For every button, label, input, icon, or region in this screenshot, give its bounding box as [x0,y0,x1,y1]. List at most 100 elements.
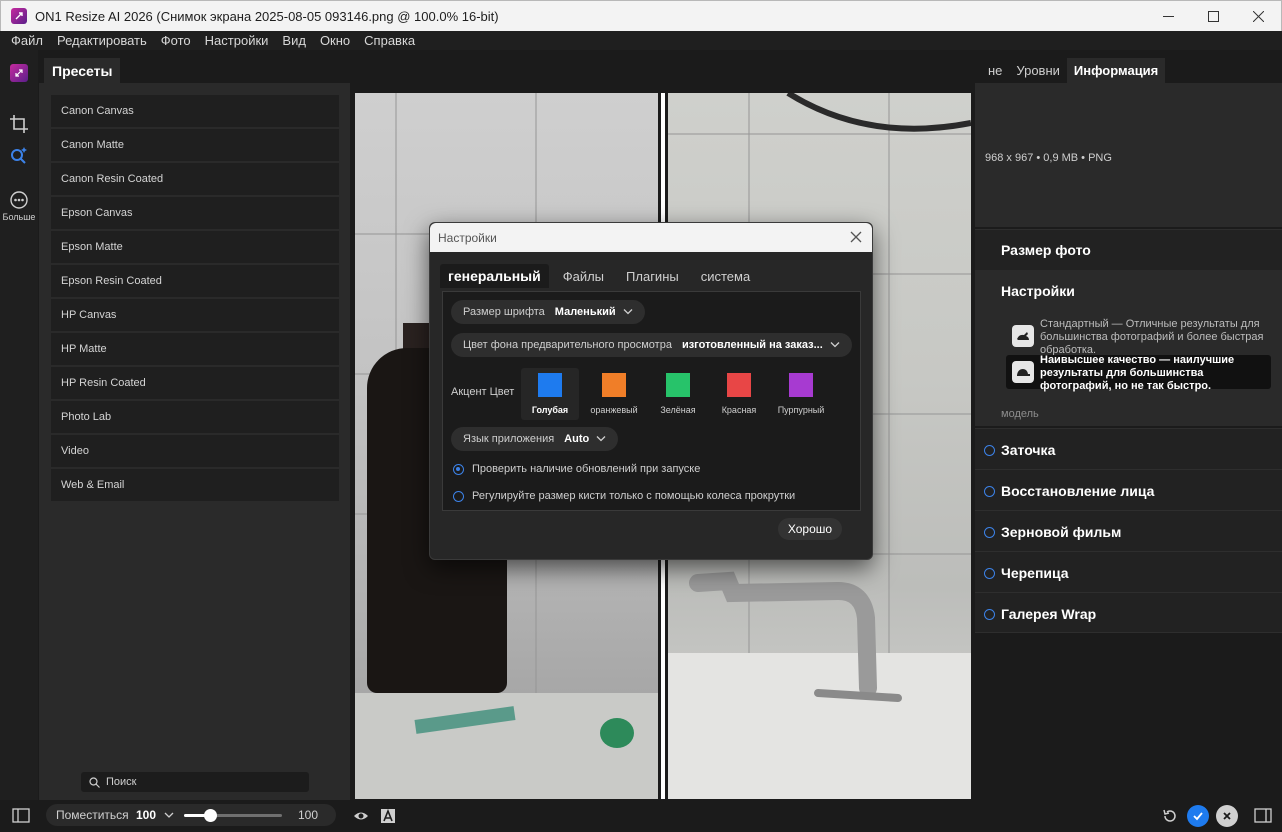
section-sharpen[interactable]: Заточка [975,428,1282,469]
section-tiling[interactable]: Черепица [975,551,1282,592]
preset-item[interactable]: Canon Matte [51,129,339,161]
preset-item[interactable]: Photo Lab [51,401,339,433]
preset-item[interactable]: Video [51,435,339,467]
preview-bg-value: изготовленный на заказ... [681,339,823,351]
zoom-value: 100 [298,808,319,822]
accent-orange[interactable]: оранжевый [585,368,643,420]
font-size-dropdown[interactable]: Размер шрифта Маленький [451,300,645,324]
zoom-controls: Поместиться 100 100 [46,804,336,826]
preset-item[interactable]: Canon Resin Coated [51,163,339,195]
section-gallery-wrap[interactable]: Галерея Wrap [975,592,1282,633]
tab-presets[interactable]: Пресеты [44,58,121,83]
section-photo-size[interactable]: Размер фото [975,229,1282,270]
compare-button[interactable] [380,808,396,824]
menu-file[interactable]: Файл [4,33,50,48]
brush-scroll-radio[interactable] [453,490,464,502]
preset-item[interactable]: Epson Resin Coated [51,265,339,297]
eye-icon [354,812,368,820]
zoom-slider[interactable] [184,814,282,817]
zoom-slider-knob[interactable] [204,809,218,822]
ai-zoom-tool-button[interactable] [0,146,38,166]
toggle-right-panel-button[interactable] [1254,808,1272,824]
font-size-label: Размер шрифта [463,306,545,318]
hare-icon[interactable] [1012,325,1034,347]
language-value: Auto [564,433,590,445]
close-icon[interactable] [849,230,863,244]
section-toggle[interactable] [984,486,995,497]
reset-button[interactable] [1161,807,1178,824]
preview-toggle-button[interactable] [353,808,369,824]
option-standard-text[interactable]: Стандартный — Отличные результаты для бо… [1040,318,1272,357]
close-window-button[interactable] [1235,1,1281,32]
chevron-down-icon[interactable] [164,812,174,819]
swatch-blue [538,373,562,397]
accent-purple[interactable]: Пурпурный [772,368,830,420]
preset-item[interactable]: Epson Matte [51,231,339,263]
menu-photo[interactable]: Фото [154,33,198,48]
more-icon [10,191,28,209]
tab-ne[interactable]: не [981,58,1009,83]
app-logo-icon [11,8,27,24]
brush-scroll-option[interactable]: Регулируйте размер кисти только с помощь… [453,490,795,502]
tab-system[interactable]: система [693,264,758,288]
menu-edit[interactable]: Редактировать [50,33,154,48]
preset-item[interactable]: Web & Email [51,469,339,501]
brush-scroll-label: Регулируйте размер кисти только с помощь… [472,490,796,502]
tab-files[interactable]: Файлы [555,264,612,288]
close-icon [1223,812,1231,820]
resize-icon [10,64,28,82]
section-photo-size-title: Размер фото [1001,242,1091,258]
swatch-name: Красная [721,405,757,415]
section-face-recovery[interactable]: Восстановление лица [975,469,1282,510]
tab-levels[interactable]: Уровни [1009,58,1066,83]
tab-general[interactable]: генеральный [440,264,549,288]
window-title: ON1 Resize AI 2026 (Снимок экрана 2025-0… [35,8,499,24]
search-input[interactable] [106,776,286,788]
section-toggle[interactable] [984,445,995,456]
menu-help[interactable]: Справка [357,33,422,48]
zoom-dropdown-value[interactable]: 100 [136,808,156,822]
section-toggle[interactable] [984,527,995,538]
accent-green[interactable]: Зелёная [649,368,707,420]
menu-settings[interactable]: Настройки [198,33,276,48]
swatch-name: Пурпурный [777,405,825,415]
maximize-button[interactable] [1190,1,1236,32]
accent-blue[interactable]: Голубая [521,368,579,420]
menu-window[interactable]: Окно [313,33,357,48]
section-title: Заточка [1001,442,1056,458]
tab-info[interactable]: Информация [1066,58,1166,83]
preset-item[interactable]: Epson Canvas [51,197,339,229]
accent-red[interactable]: Красная [710,368,768,420]
tab-plugins[interactable]: Плагины [618,264,687,288]
ok-button[interactable]: Хорошо [778,518,842,540]
option-best-text[interactable]: Наивысшее качество — наилучшие результат… [1040,354,1272,393]
minimize-button[interactable] [1145,1,1191,32]
preset-item[interactable]: Canon Canvas [51,95,339,127]
more-tools-button[interactable]: Больше [0,190,38,222]
model-label: модель [1001,408,1039,420]
language-dropdown[interactable]: Язык приложения Auto [451,427,619,451]
compare-icon [381,808,395,823]
settings-title[interactable]: Настройки [1001,283,1075,299]
preset-item[interactable]: HP Matte [51,333,339,365]
preset-item[interactable]: HP Resin Coated [51,367,339,399]
apply-button[interactable] [1187,805,1209,827]
swatch-red [727,373,751,397]
fit-button[interactable]: Поместиться [56,808,129,822]
bottom-bar: Поместиться 100 100 [0,800,1282,832]
check-updates-option[interactable]: Проверить наличие обновлений при запуске [453,463,700,475]
preset-item[interactable]: HP Canvas [51,299,339,331]
section-toggle[interactable] [984,609,995,620]
toggle-left-panel-button[interactable] [12,808,30,824]
section-film-grain[interactable]: Зерновой фильм [975,510,1282,551]
preset-search[interactable] [81,772,309,792]
resize-tool-button[interactable] [0,64,38,82]
check-updates-radio[interactable] [453,463,464,475]
menu-view[interactable]: Вид [275,33,313,48]
section-toggle[interactable] [984,568,995,579]
dialog-tabs: генеральный Файлы Плагины система [440,264,764,288]
section-title: Галерея Wrap [1001,606,1097,622]
preview-bg-dropdown[interactable]: Цвет фона предварительного просмотра изг… [451,333,852,357]
crop-tool-button[interactable] [0,114,38,134]
cancel-button[interactable] [1216,805,1238,827]
